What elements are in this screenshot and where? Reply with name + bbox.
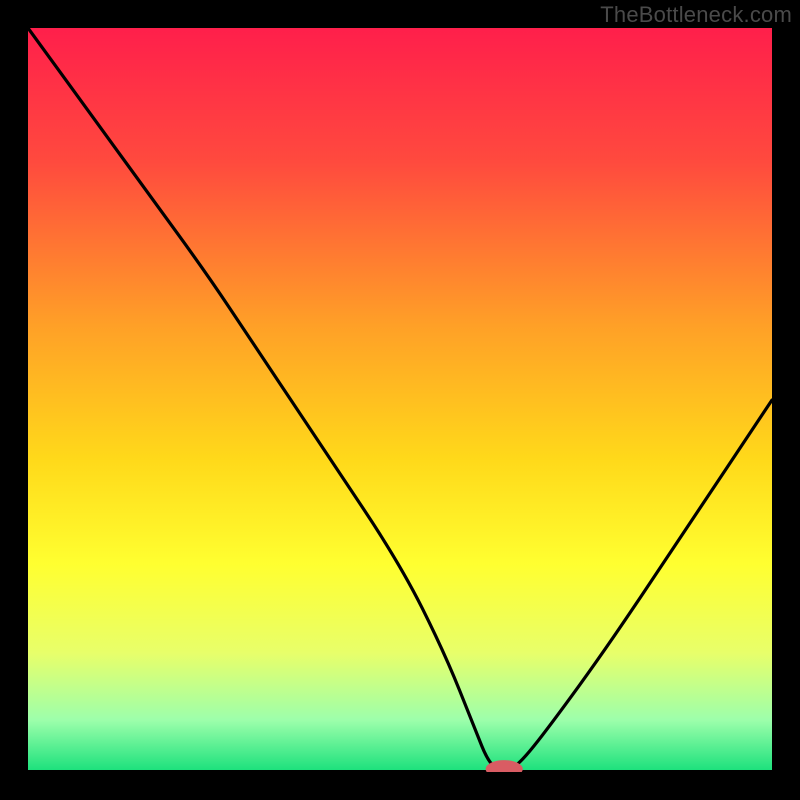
chart-svg — [28, 28, 772, 772]
plot-area — [28, 28, 772, 772]
app-frame: TheBottleneck.com — [0, 0, 800, 800]
watermark-text: TheBottleneck.com — [600, 2, 792, 28]
gradient-background — [28, 28, 772, 772]
